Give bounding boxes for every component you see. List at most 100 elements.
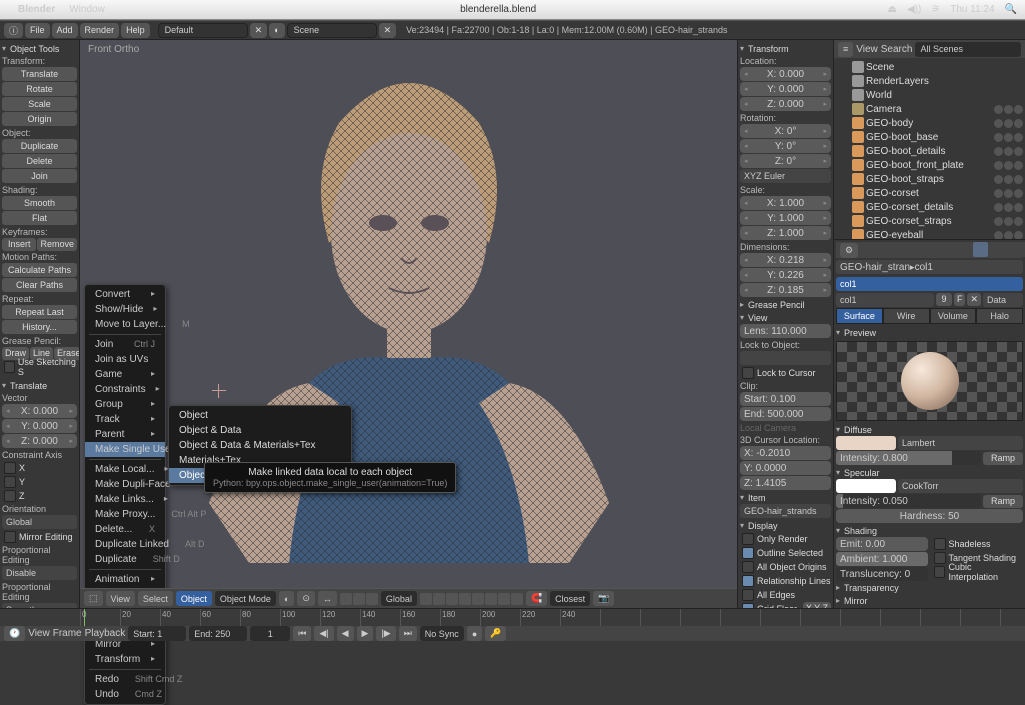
constraints-tab-icon[interactable] — [925, 242, 940, 257]
object-tab-icon[interactable] — [909, 242, 924, 257]
scale-gizmo-icon[interactable] — [366, 593, 378, 605]
layer-icon[interactable] — [433, 593, 445, 605]
volume-icon[interactable]: ◀)) — [907, 4, 921, 15]
ctx-make-local-[interactable]: Make Local... — [85, 462, 165, 477]
jump-start-icon[interactable]: ⏮ — [293, 626, 311, 641]
material-users[interactable]: 9 — [936, 293, 952, 306]
menu-help[interactable]: Help — [121, 23, 150, 38]
preview-title[interactable]: Preview — [836, 326, 1023, 339]
flat-button[interactable]: Flat — [2, 211, 77, 225]
vector-y[interactable]: ◂Y: 0.000▸ — [2, 419, 77, 433]
scale-y[interactable]: ◂Y: 1.000▸ — [740, 211, 831, 225]
halo-button[interactable]: Halo — [976, 308, 1023, 324]
specular-shader-dropdown[interactable]: CookTorr — [898, 479, 1023, 493]
snap-target-dropdown[interactable]: Closest — [550, 591, 590, 606]
ctx-sub-object-data-materials-tex[interactable]: Object & Data & Materials+Tex — [169, 438, 351, 453]
outliner-item[interactable]: GEO-boot_straps — [852, 172, 1023, 186]
loc-x[interactable]: ◂X: 0.000▸ — [740, 67, 831, 81]
rot-x[interactable]: ◂X: 0°▸ — [740, 124, 831, 138]
layer-icon[interactable] — [472, 593, 484, 605]
layout-add-icon[interactable]: ✕ — [250, 23, 268, 38]
volume-button[interactable]: Volume — [930, 308, 977, 324]
rot-mode-dropdown[interactable]: XYZ Euler — [740, 169, 831, 183]
view-section-title[interactable]: View — [740, 311, 831, 324]
clip-start[interactable]: Start: 0.100 — [740, 392, 831, 406]
diffuse-color[interactable] — [836, 436, 896, 450]
ctx-sub-object[interactable]: Object — [169, 408, 351, 423]
menu-render[interactable]: Render — [80, 23, 120, 38]
repeat-last-button[interactable]: Repeat Last — [2, 305, 77, 319]
timeline[interactable]: 020406080100120140160180200220240 — [0, 608, 1025, 626]
loc-y[interactable]: ◂Y: 0.000▸ — [740, 82, 831, 96]
sync-dropdown[interactable]: No Sync — [420, 626, 464, 641]
data-tab-icon[interactable] — [957, 242, 972, 257]
surface-button[interactable]: Surface — [836, 308, 883, 324]
menu-file[interactable]: File — [25, 23, 50, 38]
grease-pencil-section[interactable]: Grease Pencil — [740, 298, 831, 311]
window-menu[interactable]: Window — [69, 4, 105, 15]
material-add-icon[interactable]: ✕ — [967, 293, 981, 306]
play-icon[interactable]: ▶ — [357, 626, 374, 641]
outliner-filter-dropdown[interactable]: All Scenes — [915, 42, 1021, 57]
search-icon[interactable]: 🔍 — [1005, 4, 1017, 15]
duplicate-button[interactable]: Duplicate — [2, 139, 77, 153]
wifi-icon[interactable]: ⚞ — [931, 4, 940, 15]
wire-button[interactable]: Wire — [883, 308, 930, 324]
scene-add-icon[interactable]: ✕ — [379, 23, 397, 38]
layer-icon[interactable] — [498, 593, 510, 605]
shadeless-check[interactable]: Shadeless — [932, 537, 1024, 550]
outliner-item[interactable]: GEO-corset_details — [852, 200, 1023, 214]
display-section-title[interactable]: Display — [740, 519, 831, 532]
outliner-view-menu[interactable]: View — [856, 44, 878, 55]
mirror-editing-check[interactable]: Mirror Editing — [2, 530, 77, 543]
ctx-make-proxy-[interactable]: Make Proxy...Ctrl Alt P — [85, 507, 165, 522]
object-tools-title[interactable]: Object Tools — [2, 42, 77, 55]
history-button[interactable]: History... — [2, 320, 77, 334]
render-icon[interactable]: 📷 — [593, 591, 614, 606]
outliner-item[interactable]: GEO-corset_straps — [852, 214, 1023, 228]
material-link-dropdown[interactable]: Data — [983, 293, 1023, 307]
timeline-playback-menu[interactable]: Playback — [85, 628, 126, 639]
physics-tab-icon[interactable] — [1021, 242, 1025, 257]
diffuse-ramp-button[interactable]: Ramp — [983, 452, 1023, 465]
prop-edit-dropdown[interactable]: Disable — [2, 566, 77, 580]
join-button[interactable]: Join — [2, 169, 77, 183]
ctx-game[interactable]: Game — [85, 367, 165, 382]
specular-intensity-slider[interactable]: Intensity: 0.050 — [836, 494, 981, 508]
scale-x[interactable]: ◂X: 1.000▸ — [740, 196, 831, 210]
world-tab-icon[interactable] — [893, 242, 908, 257]
material-name-field[interactable]: col1 — [836, 293, 934, 307]
dim-x[interactable]: ◂X: 0.218▸ — [740, 253, 831, 267]
specular-ramp-button[interactable]: Ramp — [983, 495, 1023, 508]
auto-keyframe-icon[interactable]: ● — [467, 626, 482, 641]
diffuse-shader-dropdown[interactable]: Lambert — [898, 436, 1023, 450]
keyframe-prev-icon[interactable]: ◀| — [314, 626, 333, 641]
outliner-type-icon[interactable]: ≡ — [838, 42, 853, 57]
ctx-move-to-layer-[interactable]: Move to Layer...M — [85, 317, 165, 332]
current-frame-field[interactable]: 1 — [250, 626, 290, 641]
ctx-animation[interactable]: Animation — [85, 572, 165, 587]
select-menu[interactable]: Select — [138, 591, 173, 606]
lens-field[interactable]: Lens: 110.000 — [740, 324, 831, 338]
ctx-duplicate-linked[interactable]: Duplicate LinkedAlt D — [85, 537, 165, 552]
outline-selected-check[interactable]: Outline Selected — [740, 546, 831, 559]
datablock-path[interactable]: GEO-hair_stran ▸ col1 — [836, 260, 1023, 274]
move-gizmo-icon[interactable] — [340, 593, 352, 605]
ctx-join-as-uvs[interactable]: Join as UVs — [85, 352, 165, 367]
lock-cursor-check[interactable]: Lock to Cursor — [740, 366, 831, 379]
translate-button[interactable]: Translate — [2, 67, 77, 81]
keyingset-icon[interactable]: 🔑 — [485, 626, 506, 641]
outliner-item[interactable]: GEO-boot_details — [852, 144, 1023, 158]
keyframe-next-icon[interactable]: |▶ — [376, 626, 395, 641]
cursor-y[interactable]: Y: 0.0000 — [740, 461, 831, 475]
ctx-constraints[interactable]: Constraints — [85, 382, 165, 397]
end-frame-field[interactable]: End: 250 — [189, 626, 247, 641]
outliner-item[interactable]: GEO-body — [852, 116, 1023, 130]
outliner-item[interactable]: GEO-boot_front_plate — [852, 158, 1023, 172]
vector-z[interactable]: ◂Z: 0.000▸ — [2, 434, 77, 448]
scale-button[interactable]: Scale — [2, 97, 77, 111]
outliner-search-menu[interactable]: Search — [881, 44, 913, 55]
object-menu[interactable]: Object — [176, 591, 212, 606]
mirror-section[interactable]: Mirror — [836, 594, 1023, 607]
timeline-view-menu[interactable]: View — [28, 628, 50, 639]
